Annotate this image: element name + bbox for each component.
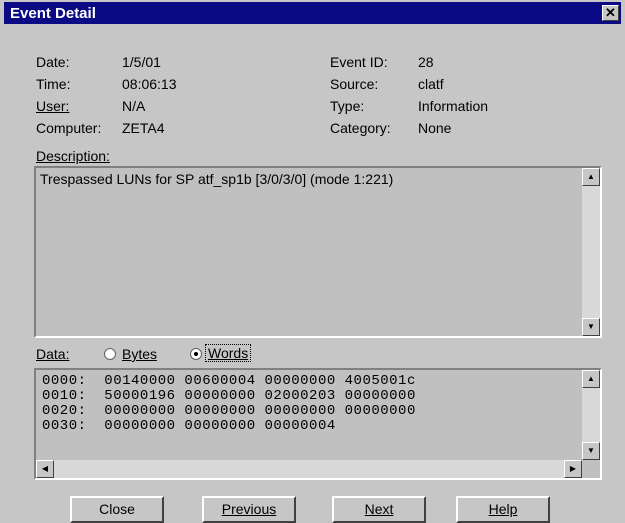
source-value: clatf <box>418 76 444 92</box>
window-title: Event Detail <box>10 5 96 22</box>
close-icon[interactable]: ✕ <box>602 5 619 21</box>
event-id-value: 28 <box>418 54 434 70</box>
bytes-radio[interactable] <box>104 348 116 360</box>
data-vertical-scrollbar[interactable]: ▲ ▼ <box>582 370 600 460</box>
scroll-right-icon[interactable]: ▶ <box>564 460 582 478</box>
scroll-down-icon[interactable]: ▼ <box>582 442 600 460</box>
user-label: User: <box>36 98 70 114</box>
source-label: Source: <box>330 76 379 92</box>
description-text: Trespassed LUNs for SP atf_sp1b [3/0/3/0… <box>40 171 394 187</box>
event-id-label: Event ID: <box>330 54 388 70</box>
help-button[interactable]: Help <box>456 496 550 523</box>
description-scrollbar[interactable]: ▲ ▼ <box>582 168 600 336</box>
scroll-up-icon[interactable]: ▲ <box>582 168 600 186</box>
description-box[interactable]: Trespassed LUNs for SP atf_sp1b [3/0/3/0… <box>34 166 602 338</box>
scroll-left-icon[interactable]: ◀ <box>36 460 54 478</box>
type-label: Type: <box>330 98 365 114</box>
description-label: Description: <box>36 148 110 164</box>
category-value: None <box>418 120 452 136</box>
hex-row: 0000: 00140000 00600004 00000000 4005001… <box>42 373 416 389</box>
next-button[interactable]: Next <box>332 496 426 523</box>
hex-row: 0020: 00000000 00000000 00000000 0000000… <box>42 403 416 419</box>
data-horizontal-scrollbar[interactable]: ◀ ▶ <box>36 460 582 478</box>
category-label: Category: <box>330 120 391 136</box>
computer-label: Computer: <box>36 120 102 136</box>
user-value: N/A <box>122 98 146 114</box>
scroll-down-icon[interactable]: ▼ <box>582 318 600 336</box>
date-label: Date: <box>36 54 70 70</box>
words-option-label[interactable]: Words <box>204 344 252 362</box>
computer-value: ZETA4 <box>122 120 165 136</box>
date-value: 1/5/01 <box>122 54 161 70</box>
event-detail-dialog: Event Detail ✕ Date: 1/5/01 Time: 08:06:… <box>0 0 625 523</box>
hex-row: 0030: 00000000 00000000 00000004 <box>42 418 336 434</box>
scroll-up-icon[interactable]: ▲ <box>582 370 600 388</box>
data-hex-box[interactable]: 0000: 00140000 00600004 00000000 4005001… <box>34 368 602 480</box>
title-bar[interactable]: Event Detail ✕ <box>4 2 621 24</box>
bytes-option-label[interactable]: Bytes <box>122 346 157 362</box>
hex-row: 0010: 50000196 00000000 02000203 0000000… <box>42 388 416 404</box>
time-value: 08:06:13 <box>122 76 177 92</box>
close-button[interactable]: Close <box>70 496 164 523</box>
type-value: Information <box>418 98 489 114</box>
previous-button[interactable]: Previous <box>202 496 296 523</box>
words-radio[interactable] <box>190 348 202 360</box>
data-label: Data: <box>36 346 70 362</box>
time-label: Time: <box>36 76 71 92</box>
